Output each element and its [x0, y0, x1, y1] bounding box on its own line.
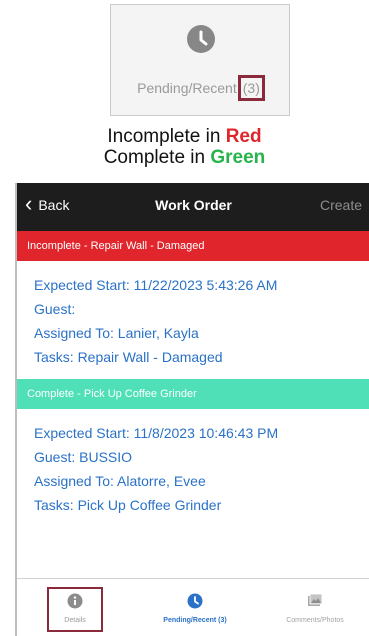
caption-complete-text: Complete in	[103, 147, 211, 168]
clock-icon	[187, 25, 215, 53]
work-order-card-incomplete[interactable]: Expected Start: 11/22/2023 5:43:26 AM Gu…	[17, 273, 369, 369]
tab-details[interactable]: Details	[47, 579, 103, 636]
caption-green-word: Green	[210, 147, 266, 168]
expected-start: Expected Start: 11/8/2023 10:46:43 PM	[34, 425, 279, 441]
assigned-to: Assigned To: Lanier, Kayla	[34, 325, 199, 341]
work-order-card-complete[interactable]: Expected Start: 11/8/2023 10:46:43 PM Gu…	[17, 421, 369, 517]
expected-start: Expected Start: 11/22/2023 5:43:26 AM	[34, 277, 278, 293]
info-icon	[67, 593, 83, 609]
caption-red-word: Red	[225, 126, 262, 147]
tile-count: (3)	[242, 80, 260, 96]
assigned-to: Assigned To: Alatorre, Evee	[34, 473, 206, 489]
tab-label: Details	[64, 617, 86, 624]
guest: Guest:	[34, 301, 76, 317]
tab-pending-recent[interactable]: Pending/Recent (3)	[147, 579, 243, 636]
incomplete-order-header[interactable]: Incomplete - Repair Wall - Damaged	[17, 231, 369, 261]
photos-icon	[308, 593, 323, 606]
guest: Guest: BUSSIO	[34, 449, 133, 465]
tasks: Tasks: Pick Up Coffee Grinder	[34, 497, 222, 513]
tile-label: Pending/Recent	[137, 80, 237, 96]
tasks: Tasks: Repair Wall - Damaged	[34, 349, 223, 365]
caption-complete: Complete in Green	[0, 147, 369, 168]
bottom-tab-bar: Details Pending/Recent (3) Comments/Phot…	[17, 578, 369, 636]
tile-label-row: Pending/Recent (3)	[111, 75, 291, 101]
pending-recent-callout-tile: Pending/Recent (3)	[110, 4, 290, 116]
clock-icon	[187, 593, 203, 609]
tab-label: Comments/Photos	[286, 617, 344, 624]
tab-comments-photos[interactable]: Comments/Photos	[265, 579, 365, 636]
tab-label: Pending/Recent (3)	[163, 617, 227, 624]
nav-bar: ‹ Back Work Order Create	[17, 183, 369, 231]
tile-count-highlight: (3)	[237, 75, 265, 101]
caption-incomplete-text: Incomplete in	[107, 126, 226, 147]
caption-incomplete: Incomplete in Red	[0, 126, 369, 147]
create-button[interactable]: Create	[320, 197, 362, 213]
complete-order-header[interactable]: Complete - Pick Up Coffee Grinder	[17, 379, 369, 409]
work-order-screen: ‹ Back Work Order Create Incomplete - Re…	[15, 183, 369, 636]
page-title: Work Order	[155, 197, 232, 213]
